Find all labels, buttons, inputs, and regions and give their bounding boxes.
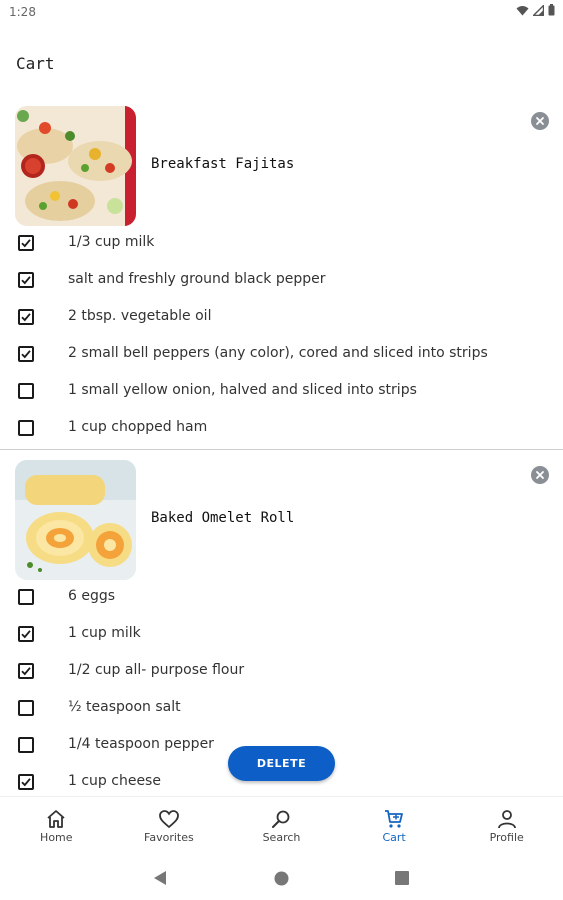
wifi-icon	[516, 5, 529, 15]
ingredient-text: 2 small bell peppers (any color), cored …	[68, 345, 488, 361]
ingredient-checkbox[interactable]	[18, 663, 34, 679]
status-bar: 1:28	[0, 0, 563, 26]
nav-search[interactable]: Search	[225, 797, 338, 853]
recipe-image	[15, 106, 136, 226]
ingredient-item[interactable]: 2 small bell peppers (any color), cored …	[0, 337, 563, 374]
ingredient-checkbox[interactable]	[18, 700, 34, 716]
ingredient-text: 1 small yellow onion, halved and sliced …	[68, 382, 417, 398]
ingredient-item[interactable]: 1/2 cup all- purpose flour	[0, 654, 563, 691]
heart-icon	[158, 810, 179, 829]
battery-icon	[548, 4, 555, 16]
ingredient-checkbox[interactable]	[18, 272, 34, 288]
recipe-card: Baked Omelet Roll 6 eggs 1 cup milk 1/2 cup…	[0, 450, 563, 796]
cart-icon	[385, 810, 403, 828]
nav-favorites[interactable]: Favorites	[113, 797, 226, 853]
ingredient-checkbox[interactable]	[18, 346, 34, 362]
recipe-image	[15, 460, 136, 580]
search-icon	[272, 810, 290, 828]
status-icons	[516, 4, 555, 16]
back-icon[interactable]	[153, 870, 167, 886]
ingredient-item[interactable]: 2 tbsp. vegetable oil	[0, 300, 563, 337]
ingredient-checkbox[interactable]	[18, 309, 34, 325]
remove-recipe-button[interactable]	[531, 112, 549, 130]
cart-list[interactable]: Breakfast Fajitas 1/3 cup milk salt and fr…	[0, 96, 563, 796]
ingredient-text: 1/2 cup all- purpose flour	[68, 662, 245, 678]
recipe-name: Baked Omelet Roll	[151, 510, 295, 526]
ingredient-item[interactable]: 1 small yellow onion, halved and sliced …	[0, 374, 563, 411]
ingredient-text: 1 cup cheese	[68, 773, 161, 789]
ingredient-text: 1 cup milk	[68, 625, 141, 641]
remove-recipe-button[interactable]	[531, 466, 549, 484]
ingredient-text: 1/3 cup milk	[68, 234, 155, 250]
system-navigation	[0, 852, 563, 900]
nav-search-label: Search	[262, 831, 301, 844]
recipe-header: Baked Omelet Roll	[0, 450, 563, 580]
home-circle-icon[interactable]	[274, 871, 289, 886]
nav-profile-label: Profile	[489, 831, 524, 844]
close-icon	[536, 471, 544, 479]
ingredient-item[interactable]: ½ teaspoon salt	[0, 691, 563, 728]
ingredient-checkbox[interactable]	[18, 383, 34, 399]
nav-favorites-label: Favorites	[144, 831, 194, 844]
nav-profile[interactable]: Profile	[450, 797, 563, 853]
ingredient-checkbox[interactable]	[18, 420, 34, 436]
ingredient-checkbox[interactable]	[18, 737, 34, 753]
ingredient-checkbox[interactable]	[18, 774, 34, 790]
nav-cart[interactable]: Cart	[338, 797, 451, 853]
page-title: Cart	[16, 54, 55, 73]
ingredient-item[interactable]: salt and freshly ground black pepper	[0, 263, 563, 300]
ingredient-item[interactable]: 1 cup chopped ham	[0, 411, 563, 448]
status-time: 1:28	[9, 5, 36, 19]
ingredient-checkbox[interactable]	[18, 626, 34, 642]
recipe-header: Breakfast Fajitas	[0, 96, 563, 226]
person-icon	[497, 810, 516, 829]
close-icon	[536, 117, 544, 125]
nav-cart-label: Cart	[382, 831, 406, 844]
home-icon	[47, 810, 65, 828]
recipe-name: Breakfast Fajitas	[151, 156, 295, 172]
nav-home-label: Home	[40, 831, 73, 844]
ingredient-checkbox[interactable]	[18, 589, 34, 605]
ingredient-item[interactable]: 1/3 cup milk	[0, 226, 563, 263]
ingredient-item[interactable]: 6 eggs	[0, 580, 563, 617]
ingredient-text: salt and freshly ground black pepper	[68, 271, 326, 287]
recipe-card: Breakfast Fajitas 1/3 cup milk salt and fr…	[0, 96, 563, 450]
ingredient-text: 6 eggs	[68, 588, 116, 604]
ingredient-text: ½ teaspoon salt	[68, 699, 181, 715]
bottom-navigation: Home Favorites Search Cart Profile	[0, 796, 563, 853]
delete-button[interactable]: DELETE	[228, 746, 335, 781]
nav-home[interactable]: Home	[0, 797, 113, 853]
ingredient-checkbox[interactable]	[18, 235, 34, 251]
ingredient-text: 1/4 teaspoon pepper	[68, 736, 214, 752]
recents-icon[interactable]	[395, 871, 409, 885]
ingredient-item[interactable]: 1 cup milk	[0, 617, 563, 654]
signal-icon	[533, 4, 544, 16]
ingredient-text: 2 tbsp. vegetable oil	[68, 308, 212, 324]
ingredient-text: 1 cup chopped ham	[68, 419, 208, 435]
